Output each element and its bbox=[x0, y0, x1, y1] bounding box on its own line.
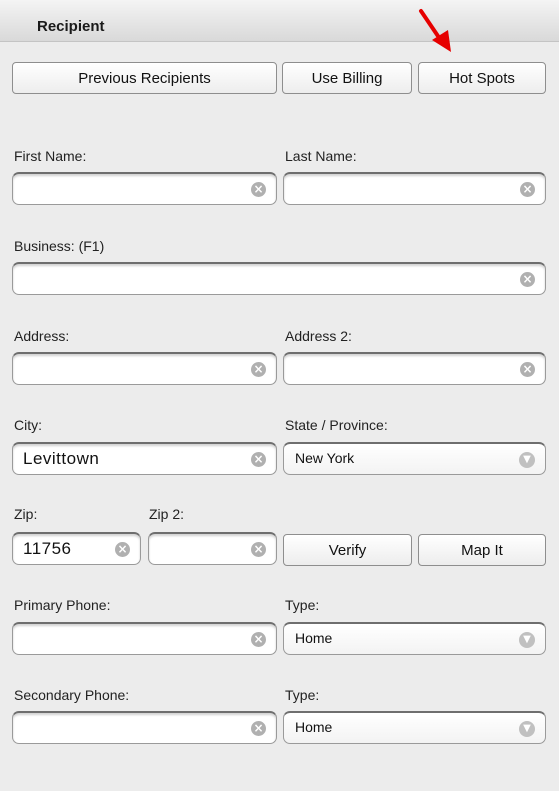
primary-type-select[interactable]: Home ▼ bbox=[283, 622, 546, 655]
last-name-label: Last Name: bbox=[285, 148, 357, 164]
red-arrow-icon bbox=[419, 9, 451, 52]
zip2-field[interactable]: × bbox=[148, 532, 277, 565]
clear-x-icon[interactable]: × bbox=[520, 272, 535, 287]
city-value: Levittown bbox=[23, 449, 100, 468]
verify-button[interactable]: Verify bbox=[283, 534, 412, 566]
clear-x-icon[interactable]: × bbox=[251, 182, 266, 197]
map-it-button[interactable]: Map It bbox=[418, 534, 546, 566]
primary-phone-field[interactable]: × bbox=[12, 622, 277, 655]
state-label: State / Province: bbox=[285, 417, 388, 433]
clear-x-icon[interactable]: × bbox=[251, 632, 266, 647]
zip2-label: Zip 2: bbox=[149, 506, 185, 522]
zip-value: 11756 bbox=[23, 539, 72, 558]
city-label: City: bbox=[14, 417, 42, 433]
section-title: Recipient bbox=[37, 18, 105, 35]
recipient-header: Recipient bbox=[0, 0, 559, 42]
first-name-label: First Name: bbox=[14, 148, 87, 164]
use-billing-button[interactable]: Use Billing bbox=[282, 62, 412, 94]
address-field[interactable]: × bbox=[12, 352, 277, 385]
state-value: New York bbox=[295, 450, 355, 466]
address-label: Address: bbox=[14, 328, 70, 344]
business-label: Business: (F1) bbox=[14, 238, 105, 254]
address2-label: Address 2: bbox=[285, 328, 352, 344]
clear-x-icon[interactable]: × bbox=[251, 362, 266, 377]
clear-x-icon[interactable]: × bbox=[251, 542, 266, 557]
clear-x-icon[interactable]: × bbox=[115, 542, 130, 557]
business-field[interactable]: × bbox=[12, 262, 546, 295]
chevron-down-icon[interactable]: ▼ bbox=[519, 632, 535, 648]
state-select[interactable]: New York ▼ bbox=[283, 442, 546, 475]
clear-x-icon[interactable]: × bbox=[520, 362, 535, 377]
address2-field[interactable]: × bbox=[283, 352, 546, 385]
last-name-field[interactable]: × bbox=[283, 172, 546, 205]
secondary-type-value: Home bbox=[295, 719, 333, 735]
secondary-phone-field[interactable]: × bbox=[12, 711, 277, 744]
clear-x-icon[interactable]: × bbox=[520, 182, 535, 197]
zip-field[interactable]: 11756 × bbox=[12, 532, 141, 565]
previous-recipients-button[interactable]: Previous Recipients bbox=[12, 62, 277, 94]
secondary-phone-label: Secondary Phone: bbox=[14, 687, 130, 703]
clear-x-icon[interactable]: × bbox=[251, 721, 266, 736]
primary-type-value: Home bbox=[295, 630, 333, 646]
clear-x-icon[interactable]: × bbox=[251, 452, 266, 467]
hot-spots-button[interactable]: Hot Spots bbox=[418, 62, 546, 94]
first-name-field[interactable]: × bbox=[12, 172, 277, 205]
chevron-down-icon[interactable]: ▼ bbox=[519, 721, 535, 737]
city-field[interactable]: Levittown × bbox=[12, 442, 277, 475]
primary-phone-label: Primary Phone: bbox=[14, 597, 111, 613]
chevron-down-icon[interactable]: ▼ bbox=[519, 452, 535, 468]
secondary-type-select[interactable]: Home ▼ bbox=[283, 711, 546, 744]
secondary-type-label: Type: bbox=[285, 687, 320, 703]
primary-type-label: Type: bbox=[285, 597, 320, 613]
zip-label: Zip: bbox=[14, 506, 38, 522]
